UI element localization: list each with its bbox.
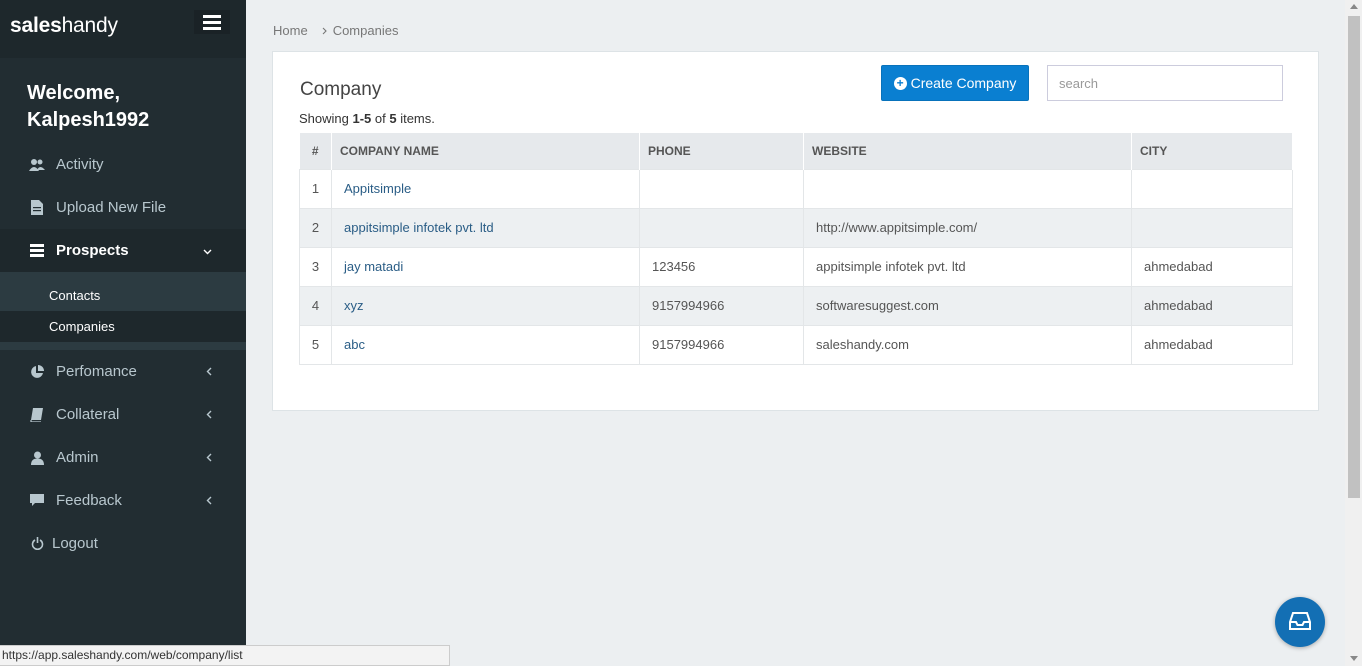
prospects-submenu: Contacts Companies [0, 272, 246, 350]
website-cell: saleshandy.com [803, 324, 1132, 365]
company-name-cell: abc [331, 324, 640, 365]
row-number: 5 [299, 324, 332, 365]
website-cell: http://www.appitsimple.com/ [803, 207, 1132, 248]
phone-cell: 9157994966 [639, 324, 804, 365]
book-icon [29, 407, 45, 423]
companies-table: # COMPANY NAME PHONE WEBSITE CITY 1 Appi… [299, 133, 1293, 365]
pie-chart-icon [29, 364, 45, 380]
column-header-number: # [299, 133, 332, 169]
column-header-company-name[interactable]: COMPANY NAME [331, 133, 640, 169]
sidebar-item-perfomance[interactable]: Perfomance [0, 350, 246, 393]
row-number: 4 [299, 285, 332, 326]
inbox-button[interactable] [1275, 597, 1325, 647]
row-number: 3 [299, 246, 332, 287]
table-row: 2 appitsimple infotek pvt. ltd http://ww… [299, 207, 1293, 248]
city-cell: ahmedabad [1131, 285, 1293, 326]
scroll-down-icon[interactable] [1350, 656, 1358, 661]
chevron-left-icon [206, 364, 212, 379]
phone-cell [639, 207, 804, 248]
sidebar-item-upload[interactable]: Upload New File [0, 186, 246, 229]
comment-icon [29, 493, 45, 509]
column-header-city[interactable]: CITY [1131, 133, 1293, 169]
create-company-button[interactable]: + Create Company [881, 65, 1029, 101]
sidebar-item-companies[interactable]: Companies [0, 311, 246, 342]
browser-status-url: https://app.saleshandy.com/web/company/l… [0, 645, 450, 666]
power-icon [29, 536, 45, 552]
logo[interactable]: saleshandy [10, 14, 118, 38]
sidebar-item-feedback[interactable]: Feedback [0, 479, 246, 522]
chevron-left-icon [206, 493, 212, 508]
table-header-row: # COMPANY NAME PHONE WEBSITE CITY [299, 133, 1293, 169]
companies-panel: Company + Create Company Showing 1-5 of … [272, 51, 1319, 411]
company-name-cell: appitsimple infotek pvt. ltd [331, 207, 640, 248]
sidebar-item-prospects[interactable]: Prospects [0, 229, 246, 272]
scroll-up-icon[interactable] [1350, 4, 1358, 9]
table-summary: Showing 1-5 of 5 items. [299, 111, 435, 126]
column-header-phone[interactable]: PHONE [639, 133, 804, 169]
sidebar-item-activity[interactable]: Activity [0, 143, 246, 186]
sidebar-item-logout[interactable]: Logout [0, 522, 246, 565]
sidebar-item-contacts[interactable]: Contacts [0, 280, 246, 311]
city-cell: ahmedabad [1131, 246, 1293, 287]
table-row: 4 xyz 9157994966 softwaresuggest.com ahm… [299, 285, 1293, 326]
scrollbar-thumb[interactable] [1348, 16, 1360, 498]
user-icon [29, 450, 45, 466]
chevron-right-icon [322, 23, 327, 38]
website-cell: appitsimple infotek pvt. ltd [803, 246, 1132, 287]
city-cell: ahmedabad [1131, 324, 1293, 365]
company-link[interactable]: Appitsimple [344, 181, 411, 196]
phone-cell: 9157994966 [639, 285, 804, 326]
phone-cell [639, 168, 804, 209]
sidebar-item-admin[interactable]: Admin [0, 436, 246, 479]
users-icon [29, 157, 45, 173]
website-cell: softwaresuggest.com [803, 285, 1132, 326]
chevron-left-icon [206, 450, 212, 465]
plus-circle-icon: + [893, 76, 907, 90]
breadcrumb: Home Companies [273, 23, 398, 38]
company-link[interactable]: jay matadi [344, 259, 403, 274]
chevron-left-icon [206, 407, 212, 422]
list-icon [29, 243, 45, 259]
company-name-cell: jay matadi [331, 246, 640, 287]
table-row: 3 jay matadi 123456 appitsimple infotek … [299, 246, 1293, 287]
company-name-cell: Appitsimple [331, 168, 640, 209]
company-link[interactable]: appitsimple infotek pvt. ltd [344, 220, 494, 235]
inbox-icon [1289, 611, 1311, 633]
file-icon [29, 200, 45, 216]
menu-toggle-button[interactable] [194, 10, 230, 34]
table-row: 5 abc 9157994966 saleshandy.com ahmedaba… [299, 324, 1293, 365]
sidebar: saleshandy Welcome, Kalpesh1992 Activity… [0, 0, 246, 666]
company-link[interactable]: abc [344, 337, 365, 352]
column-header-website[interactable]: WEBSITE [803, 133, 1132, 169]
table-row: 1 Appitsimple [299, 168, 1293, 209]
page-title: Company [300, 79, 382, 100]
city-cell [1131, 207, 1293, 248]
search-input[interactable] [1047, 65, 1283, 101]
company-name-cell: xyz [331, 285, 640, 326]
brand-bar: saleshandy [0, 0, 246, 58]
row-number: 1 [299, 168, 332, 209]
website-cell [803, 168, 1132, 209]
row-number: 2 [299, 207, 332, 248]
company-link[interactable]: xyz [344, 298, 364, 313]
chevron-down-icon [203, 243, 212, 258]
phone-cell: 123456 [639, 246, 804, 287]
breadcrumb-current: Companies [332, 23, 399, 38]
sidebar-nav: Activity Upload New File Prospects Conta… [0, 143, 246, 565]
sidebar-item-collateral[interactable]: Collateral [0, 393, 246, 436]
welcome-text: Welcome, Kalpesh1992 [27, 82, 150, 131]
breadcrumb-home[interactable]: Home [273, 23, 308, 38]
city-cell [1131, 168, 1293, 209]
